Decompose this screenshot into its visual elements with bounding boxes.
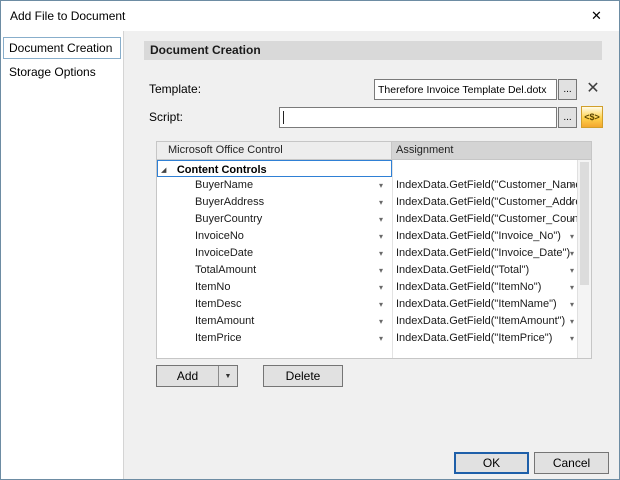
section-header: Document Creation bbox=[144, 41, 602, 60]
sidebar: Document Creation Storage Options bbox=[1, 31, 123, 479]
cancel-button[interactable]: Cancel bbox=[534, 452, 609, 474]
assignment-dropdown-icon[interactable]: ▾ bbox=[570, 211, 574, 228]
control-name: BuyerAddress bbox=[195, 196, 264, 208]
assignment-dropdown-icon[interactable]: ▾ bbox=[570, 194, 574, 211]
assignment-dropdown-icon[interactable]: ▾ bbox=[570, 262, 574, 279]
scrollbar-thumb[interactable] bbox=[580, 162, 589, 285]
assignment-value: IndexData.GetField("ItemAmount") bbox=[396, 315, 565, 327]
window-title: Add File to Document bbox=[1, 9, 574, 23]
add-button[interactable]: Add ▼ bbox=[156, 365, 238, 387]
control-name: TotalAmount bbox=[195, 264, 256, 276]
control-dropdown-icon[interactable]: ▾ bbox=[379, 228, 383, 245]
control-name: BuyerName bbox=[195, 179, 253, 191]
control-dropdown-icon[interactable]: ▾ bbox=[379, 279, 383, 296]
assignment-dropdown-icon[interactable]: ▾ bbox=[570, 279, 574, 296]
template-browse-button[interactable]: ... bbox=[558, 79, 577, 100]
table-row[interactable]: ItemPrice ▾ IndexData.GetField("ItemPric… bbox=[157, 330, 577, 347]
assignment-dropdown-icon[interactable]: ▾ bbox=[570, 245, 574, 262]
table-row[interactable]: InvoiceDate ▾ IndexData.GetField("Invoic… bbox=[157, 245, 577, 262]
add-dropdown-icon[interactable]: ▼ bbox=[218, 366, 237, 386]
dialog-add-file-to-document: Add File to Document ✕ Document Creation… bbox=[0, 0, 620, 480]
assignment-dropdown-icon[interactable]: ▾ bbox=[570, 313, 574, 330]
delete-button[interactable]: Delete bbox=[263, 365, 343, 387]
table-row[interactable]: BuyerName ▾ IndexData.GetField("Customer… bbox=[157, 177, 577, 194]
control-name: InvoiceDate bbox=[195, 247, 253, 259]
main-panel: Document Creation Template: ... ✕ Script… bbox=[124, 31, 618, 478]
add-button-label[interactable]: Add bbox=[157, 366, 218, 386]
close-button[interactable]: ✕ bbox=[574, 1, 619, 31]
assignment-dropdown-icon[interactable]: ▾ bbox=[570, 177, 574, 194]
control-dropdown-icon[interactable]: ▾ bbox=[379, 313, 383, 330]
text-caret bbox=[283, 111, 284, 124]
assignment-value: IndexData.GetField("Invoice_Date") bbox=[396, 247, 570, 259]
table-row[interactable]: TotalAmount ▾ IndexData.GetField("Total"… bbox=[157, 262, 577, 279]
control-name: BuyerCountry bbox=[195, 213, 262, 225]
table-row[interactable]: ItemDesc ▾ IndexData.GetField("ItemName"… bbox=[157, 296, 577, 313]
sidebar-item-document-creation[interactable]: Document Creation bbox=[3, 37, 121, 59]
control-name: ItemNo bbox=[195, 281, 230, 293]
table-row[interactable]: ItemNo ▾ IndexData.GetField("ItemNo") ▾ bbox=[157, 279, 577, 296]
assignment-dropdown-icon[interactable]: ▾ bbox=[570, 296, 574, 313]
group-label: Content Controls bbox=[177, 164, 267, 176]
table-row[interactable]: InvoiceNo ▾ IndexData.GetField("Invoice_… bbox=[157, 228, 577, 245]
control-dropdown-icon[interactable]: ▾ bbox=[379, 330, 383, 347]
column-header-control[interactable]: Microsoft Office Control bbox=[157, 142, 392, 159]
sidebar-item-storage-options[interactable]: Storage Options bbox=[3, 61, 121, 83]
script-label: Script: bbox=[149, 107, 183, 128]
control-name: ItemDesc bbox=[195, 298, 241, 310]
control-dropdown-icon[interactable]: ▾ bbox=[379, 194, 383, 211]
script-browse-button[interactable]: ... bbox=[558, 107, 577, 128]
ok-button[interactable]: OK bbox=[454, 452, 529, 474]
control-dropdown-icon[interactable]: ▾ bbox=[379, 245, 383, 262]
grid-rows: BuyerName ▾ IndexData.GetField("Customer… bbox=[157, 177, 577, 347]
control-dropdown-icon[interactable]: ▾ bbox=[379, 177, 383, 194]
assignment-dropdown-icon[interactable]: ▾ bbox=[570, 228, 574, 245]
table-header: Microsoft Office Control Assignment bbox=[157, 142, 591, 160]
control-dropdown-icon[interactable]: ▾ bbox=[379, 211, 383, 228]
assignment-value: IndexData.GetField("Customer_Name") bbox=[396, 179, 577, 191]
control-dropdown-icon[interactable]: ▾ bbox=[379, 296, 383, 313]
control-name: InvoiceNo bbox=[195, 230, 244, 242]
assignment-value: IndexData.GetField("ItemPrice") bbox=[396, 332, 552, 344]
assignment-value: IndexData.GetField("ItemName") bbox=[396, 298, 557, 310]
template-input[interactable] bbox=[374, 79, 557, 100]
close-icon: ✕ bbox=[591, 8, 602, 24]
titlebar[interactable]: Add File to Document ✕ bbox=[1, 1, 619, 31]
column-header-assignment[interactable]: Assignment bbox=[392, 142, 591, 159]
assignment-value: IndexData.GetField("Invoice_No") bbox=[396, 230, 561, 242]
assignment-value: IndexData.GetField("ItemNo") bbox=[396, 281, 541, 293]
assignment-value: IndexData.GetField("Customer_Country") bbox=[396, 213, 577, 225]
script-editor-icon[interactable]: <$> bbox=[581, 106, 603, 128]
assignment-value: IndexData.GetField("Total") bbox=[396, 264, 529, 276]
control-dropdown-icon[interactable]: ▾ bbox=[379, 262, 383, 279]
table-row[interactable]: ItemAmount ▾ IndexData.GetField("ItemAmo… bbox=[157, 313, 577, 330]
expand-icon[interactable]: ◢ bbox=[161, 167, 166, 174]
assignment-value: IndexData.GetField("Customer_Address") bbox=[396, 196, 577, 208]
control-name: ItemAmount bbox=[195, 315, 254, 327]
mapping-table: Microsoft Office Control Assignment ◢ Co… bbox=[156, 141, 592, 359]
group-row-content-controls[interactable]: ◢ Content Controls bbox=[157, 160, 577, 177]
table-body: ◢ Content Controls BuyerName ▾ IndexData… bbox=[157, 160, 577, 358]
control-name: ItemPrice bbox=[195, 332, 241, 344]
assignment-dropdown-icon[interactable]: ▾ bbox=[570, 330, 574, 347]
table-row[interactable]: BuyerAddress ▾ IndexData.GetField("Custo… bbox=[157, 194, 577, 211]
table-scrollbar[interactable] bbox=[577, 160, 591, 358]
script-input[interactable] bbox=[279, 107, 557, 128]
template-clear-icon[interactable]: ✕ bbox=[581, 78, 605, 100]
table-row[interactable]: BuyerCountry ▾ IndexData.GetField("Custo… bbox=[157, 211, 577, 228]
template-label: Template: bbox=[149, 79, 201, 100]
